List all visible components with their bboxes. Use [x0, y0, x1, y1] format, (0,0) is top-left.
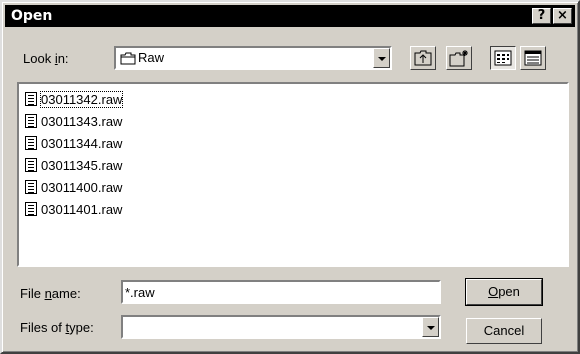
open-dialog: Open ? × Look in: Raw 03011342.raw 03011…	[0, 0, 580, 354]
files-of-type-label: Files of type:	[20, 320, 94, 335]
close-button[interactable]: ×	[553, 8, 572, 24]
list-item[interactable]: 03011343.raw	[25, 112, 122, 130]
raw-file-icon	[25, 180, 37, 194]
list-item[interactable]: 03011401.raw	[25, 200, 122, 218]
details-view-button[interactable]	[520, 46, 546, 70]
file-name-input[interactable]	[123, 282, 439, 302]
look-in-value: Raw	[138, 50, 165, 65]
up-one-level-icon	[414, 50, 432, 66]
file-name-label: File name:	[20, 286, 81, 301]
open-button[interactable]: Open	[465, 278, 543, 306]
raw-file-icon	[25, 158, 37, 172]
list-view-button[interactable]	[490, 46, 516, 70]
help-button[interactable]: ?	[532, 8, 551, 24]
folder-icon	[120, 52, 136, 65]
details-view-icon	[524, 50, 542, 66]
files-of-type-combo[interactable]	[121, 315, 441, 339]
up-one-level-button[interactable]	[410, 46, 436, 70]
raw-file-icon	[25, 114, 37, 128]
window-title: Open	[11, 8, 53, 24]
files-of-type-dropdown-button[interactable]	[422, 317, 439, 337]
title-bar[interactable]: Open ? ×	[5, 5, 575, 27]
look-in-combo[interactable]: Raw	[114, 46, 392, 70]
raw-file-icon	[25, 136, 37, 150]
look-in-label: Look in:	[23, 51, 69, 66]
list-item[interactable]: 03011342.raw	[25, 90, 124, 108]
new-folder-icon	[449, 50, 468, 67]
list-item[interactable]: 03011345.raw	[25, 156, 122, 174]
raw-file-icon	[25, 202, 37, 216]
list-item[interactable]: 03011400.raw	[25, 178, 122, 196]
new-folder-button[interactable]	[446, 46, 472, 70]
raw-file-icon	[25, 92, 37, 106]
file-name-field[interactable]	[121, 280, 441, 304]
look-in-dropdown-button[interactable]	[373, 48, 390, 68]
cancel-button[interactable]: Cancel	[466, 318, 542, 344]
file-list[interactable]: 03011342.raw 03011343.raw 03011344.raw 0…	[17, 82, 569, 267]
list-item[interactable]: 03011344.raw	[25, 134, 122, 152]
list-view-icon	[494, 50, 512, 66]
